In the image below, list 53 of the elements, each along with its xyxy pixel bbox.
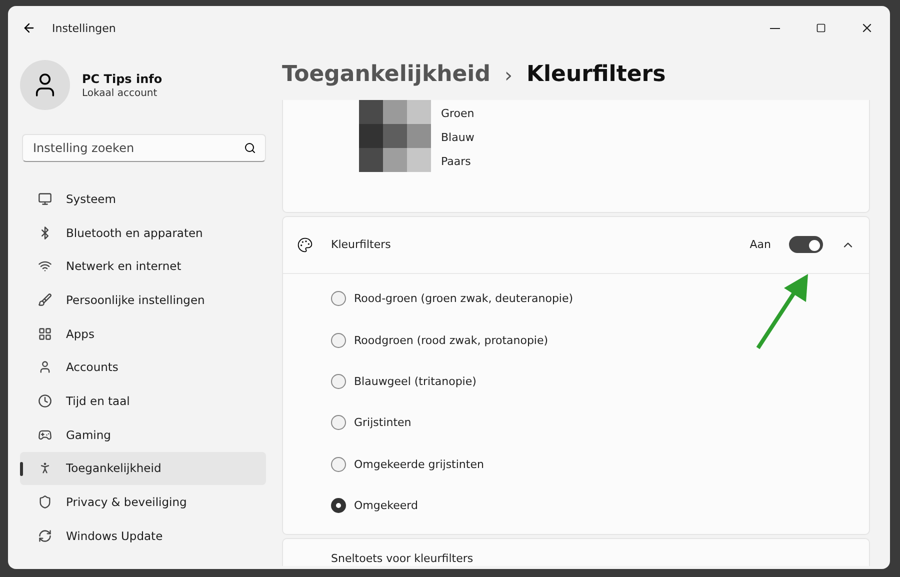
monitor-icon — [38, 192, 52, 206]
sidebar-item[interactable]: Gaming — [20, 418, 266, 452]
shield-icon — [38, 495, 52, 510]
radio-label: Roodgroen (rood zwak, protanopie) — [354, 334, 548, 347]
sidebar-item[interactable]: Persoonlijke instellingen — [20, 283, 266, 317]
radio-button[interactable] — [331, 415, 346, 430]
sidebar-item[interactable]: Windows Update — [20, 518, 266, 553]
sidebar-item[interactable]: Privacy & beveiliging — [20, 485, 266, 519]
radio-label: Rood-groen (groen zwak, deuteranopie) — [354, 292, 574, 306]
account-name: PC Tips info — [82, 72, 162, 86]
page-title: Kleurfilters — [526, 62, 666, 88]
sidebar-item[interactable]: Apps — [20, 316, 266, 350]
sidebar-item[interactable]: Systeem — [20, 182, 266, 216]
color-label: Blauw — [441, 130, 474, 146]
gamepad-icon — [38, 428, 52, 442]
sidebar-item[interactable]: Toegankelijkheid — [20, 452, 266, 486]
update-icon — [38, 528, 52, 543]
setting-label: Kleurfilters — [331, 238, 391, 252]
apps-icon — [38, 326, 52, 341]
brush-icon — [38, 292, 52, 307]
toggle-state: Aan — [750, 238, 771, 252]
toggle-switch[interactable] — [789, 236, 823, 254]
back-icon[interactable] — [22, 21, 36, 35]
close-icon — [860, 21, 874, 35]
search-icon[interactable] — [244, 142, 256, 154]
radio-label: Omgekeerde grijstinten — [354, 458, 484, 471]
wifi-icon — [38, 259, 52, 274]
accessibility-icon — [38, 461, 52, 476]
color-label: Groen — [441, 106, 474, 122]
search-field[interactable]: Instelling zoeken — [22, 134, 266, 162]
radio-button[interactable] — [331, 374, 346, 389]
account-type: Lokaal account — [82, 88, 158, 98]
palette-icon — [297, 236, 313, 253]
person-icon — [38, 360, 52, 374]
window-title: Instellingen — [52, 22, 116, 34]
sidebar-item[interactable]: Bluetooth en apparaten — [20, 216, 266, 250]
radio-button[interactable] — [331, 291, 346, 306]
breadcrumb-separator: › — [504, 62, 512, 87]
radio-label: Blauwgeel (tritanopie) — [354, 374, 476, 388]
avatar — [20, 60, 70, 110]
sidebar-item[interactable]: Netwerk en internet — [20, 249, 266, 284]
radio-button[interactable] — [331, 498, 346, 514]
radio-button[interactable] — [331, 332, 346, 348]
radio-label: Grijstinten — [354, 416, 412, 430]
setting-label: Sneltoets voor kleurfilters — [331, 552, 474, 566]
radio-button[interactable] — [331, 456, 346, 472]
breadcrumb-parent[interactable]: Toegankelijkheid — [282, 62, 490, 88]
color-label: Paars — [441, 154, 472, 170]
clock-icon — [38, 394, 52, 408]
radio-label: Omgekeerd — [354, 499, 418, 512]
sidebar-item[interactable]: Tijd en taal — [20, 384, 266, 418]
sidebar-item[interactable]: Accounts — [20, 350, 266, 384]
maximize-icon — [816, 23, 826, 33]
